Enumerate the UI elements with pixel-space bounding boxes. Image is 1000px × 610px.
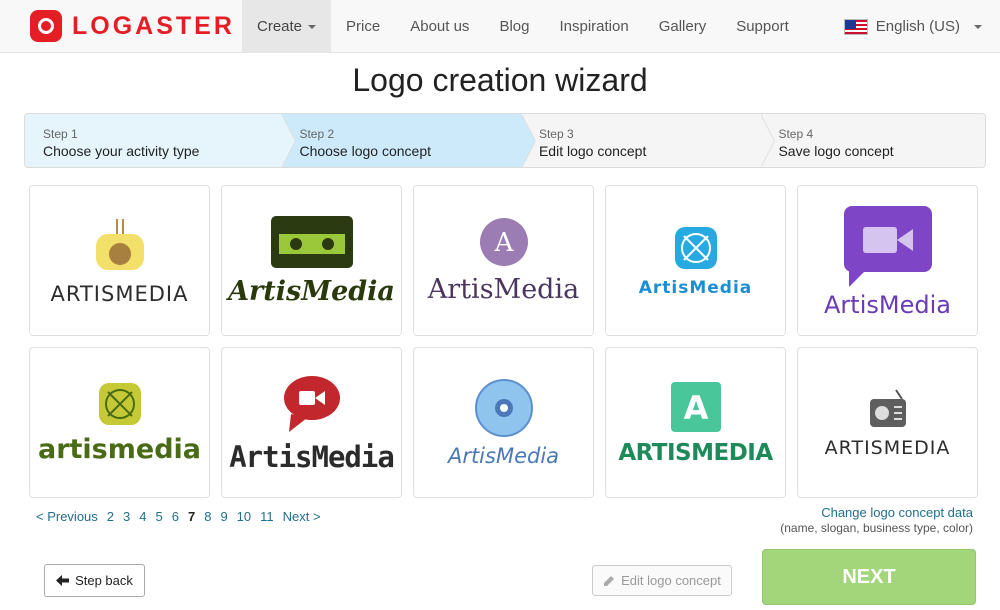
cd-disc-icon <box>474 378 533 437</box>
change-concept-link[interactable]: Change logo concept data <box>780 505 973 520</box>
video-bubble-red-icon <box>283 375 340 432</box>
letter-a-square-icon: A <box>670 381 721 432</box>
step-back-button[interactable]: Step back <box>44 564 145 597</box>
nav-item-support[interactable]: Support <box>721 0 804 53</box>
nav-item-blog[interactable]: Blog <box>484 0 544 53</box>
main-nav: Create Price About us Blog Inspiration G… <box>242 0 804 53</box>
step-3: Step 3 Edit logo concept <box>520 114 776 167</box>
cassette-icon <box>270 216 353 268</box>
logo-concepts-grid: ARTISMEDIA ArtisMedia A ArtisMedia Artis… <box>29 185 978 498</box>
speaker-olive-icon <box>98 383 141 425</box>
page-link[interactable]: 11 <box>260 509 274 524</box>
page-link[interactable]: 3 <box>123 509 130 524</box>
logo-card[interactable]: ArtisMedia <box>605 185 786 336</box>
logo-card[interactable]: ArtisMedia <box>413 347 594 498</box>
logo-wordmark: ArtisMedia <box>824 290 951 319</box>
speaker-grid-icon <box>674 226 717 269</box>
logo-wordmark: ArtisMedia <box>228 276 395 307</box>
page-link[interactable]: 10 <box>237 509 251 524</box>
brand-logo[interactable]: LOGASTER <box>30 10 235 42</box>
step-4: Step 4 Save logo concept <box>760 114 985 167</box>
video-chat-bubble-icon <box>843 205 932 287</box>
edit-logo-concept-button[interactable]: Edit logo concept <box>592 565 732 596</box>
step-number: Step 4 <box>778 127 814 141</box>
step-2[interactable]: Step 2 Choose logo concept <box>281 114 536 167</box>
nav-item-inspiration[interactable]: Inspiration <box>544 0 643 53</box>
pagination: < Previous 2 3 4 5 6 7 8 9 10 11 Next > <box>36 509 321 524</box>
pagination-previous[interactable]: < Previous <box>36 509 98 524</box>
logo-card[interactable]: ArtisMedia <box>221 347 402 498</box>
pencil-icon <box>604 575 615 586</box>
nav-item-create[interactable]: Create <box>242 0 332 53</box>
logo-card[interactable]: ArtisMedia <box>221 185 402 336</box>
logo-card[interactable]: ArtisMedia <box>797 185 978 336</box>
step-back-label: Step back <box>75 573 133 588</box>
nav-item-about-us[interactable]: About us <box>395 0 484 53</box>
page-link[interactable]: 8 <box>204 509 211 524</box>
step-title: Choose logo concept <box>299 143 431 159</box>
logo-wordmark: ArtisMedia <box>229 439 395 474</box>
change-concept-hint: (name, slogan, business type, color) <box>780 521 973 535</box>
page-link[interactable]: 2 <box>107 509 114 524</box>
step-1[interactable]: Step 1 Choose your activity type <box>25 114 297 167</box>
logo-wordmark: artismedia <box>37 434 201 465</box>
page-link[interactable]: 5 <box>156 509 163 524</box>
step-title: Save logo concept <box>778 143 894 159</box>
change-concept-box: Change logo concept data (name, slogan, … <box>780 505 973 535</box>
next-button[interactable]: NEXT <box>762 549 976 605</box>
logo-wordmark: ARTISMEDIA <box>618 439 773 466</box>
logo-wordmark: ARTISMEDIA <box>824 436 951 459</box>
chevron-down-icon <box>974 24 982 29</box>
svg-text:A: A <box>683 389 708 427</box>
page-link[interactable]: 9 <box>220 509 227 524</box>
step-title: Choose your activity type <box>43 143 200 159</box>
logo-wordmark: ARTISMEDIA <box>50 281 189 306</box>
page-link[interactable]: 6 <box>172 509 179 524</box>
edit-logo-concept-label: Edit logo concept <box>621 573 721 588</box>
arrow-left-icon <box>56 575 70 586</box>
page-link[interactable]: 4 <box>139 509 146 524</box>
logo-card[interactable]: A ArtisMedia <box>413 185 594 336</box>
chevron-down-icon <box>308 25 317 30</box>
letter-a-circle-icon: A <box>479 218 528 266</box>
logo-wordmark: ArtisMedia <box>427 274 580 305</box>
logo-card[interactable]: ARTISMEDIA <box>797 347 978 498</box>
page-title: Logo creation wizard <box>352 62 648 98</box>
top-navbar: LOGASTER Create Price About us Blog Insp… <box>0 0 1000 53</box>
logo-card[interactable]: ARTISMEDIA <box>29 185 210 336</box>
brand-name: LOGASTER <box>72 11 235 40</box>
svg-text:A: A <box>493 228 514 258</box>
radio-gray-icon <box>869 388 906 427</box>
language-label: English (US) <box>875 18 960 35</box>
wizard-steps: Step 1 Choose your activity type Step 2 … <box>24 113 986 168</box>
pagination-next[interactable]: Next > <box>283 509 321 524</box>
nav-item-price[interactable]: Price <box>331 0 395 53</box>
step-number: Step 3 <box>538 127 574 141</box>
page-current: 7 <box>187 509 196 524</box>
us-flag-icon <box>843 18 868 35</box>
step-number: Step 2 <box>299 127 335 141</box>
logo-wordmark: ArtisMedia <box>638 277 753 298</box>
step-number: Step 1 <box>43 127 78 141</box>
logo-card[interactable]: A ARTISMEDIA <box>605 347 786 498</box>
language-selector[interactable]: English (US) <box>843 0 982 53</box>
logo-card[interactable]: artismedia <box>29 347 210 498</box>
logo-wordmark: ArtisMedia <box>447 443 560 468</box>
nav-item-gallery[interactable]: Gallery <box>644 0 722 53</box>
radio-yellow-icon <box>95 218 144 270</box>
step-title: Edit logo concept <box>538 143 647 159</box>
logaster-mark-icon <box>30 10 62 42</box>
